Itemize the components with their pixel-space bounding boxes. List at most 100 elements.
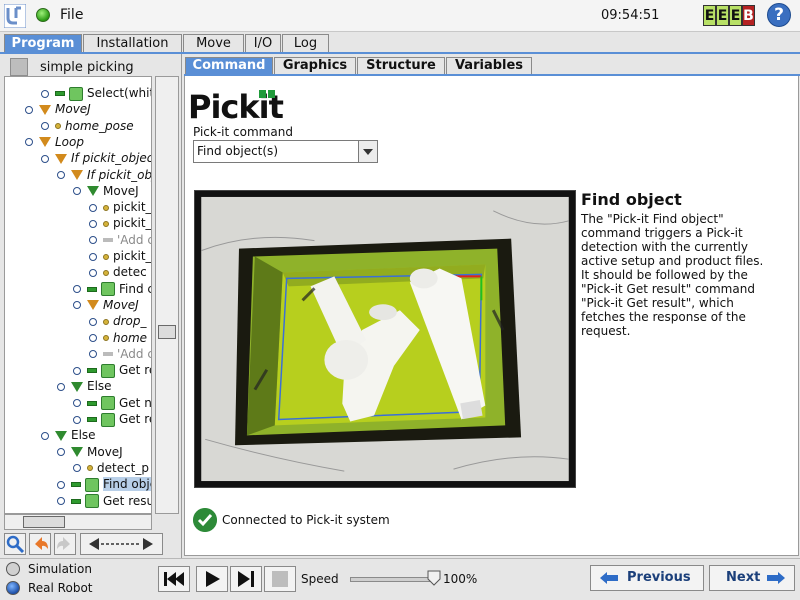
tab-io[interactable]: I/O: [245, 34, 281, 52]
tab-installation[interactable]: Installation: [83, 34, 182, 52]
tree-node[interactable]: pickit_: [89, 215, 151, 231]
expand-handle-icon[interactable]: [73, 415, 81, 424]
tree-node[interactable]: Get n: [73, 395, 152, 411]
command-select[interactable]: Find object(s): [193, 140, 378, 163]
tree-node[interactable]: pickit_: [89, 248, 151, 264]
tree-node[interactable]: If pickit_object: [41, 150, 151, 166]
expand-handle-icon[interactable]: [73, 366, 81, 375]
expand-handle-icon[interactable]: [73, 285, 81, 294]
tree-vertical-scrollbar[interactable]: [155, 76, 179, 514]
tree-node[interactable]: MoveJ: [57, 444, 123, 460]
expand-handle-icon[interactable]: [57, 497, 65, 505]
expand-handle-icon[interactable]: [57, 480, 65, 489]
tree-node[interactable]: Else: [57, 378, 112, 394]
expand-handle-icon[interactable]: [89, 268, 97, 277]
expand-handle-icon[interactable]: [89, 236, 97, 245]
tab-log[interactable]: Log: [282, 34, 329, 52]
tree-node[interactable]: pickit_: [89, 199, 151, 215]
arrow-left-icon: [600, 572, 618, 584]
robot-status-icon[interactable]: [36, 8, 50, 22]
step-button[interactable]: [230, 566, 262, 592]
tab-graphics[interactable]: Graphics: [274, 57, 356, 74]
pickit-node-icon: [101, 282, 115, 297]
expand-handle-icon[interactable]: [73, 301, 81, 310]
search-button[interactable]: [4, 533, 26, 555]
tab-command[interactable]: Command: [185, 57, 273, 74]
previous-button[interactable]: Previous: [590, 565, 704, 591]
save-program-icon[interactable]: [10, 58, 28, 76]
tree-node-label: home_pose: [65, 118, 134, 133]
command-label: Pick-it command: [193, 125, 293, 139]
program-tree[interactable]: Select(white_boMoveJhome_poseLoopIf pick…: [4, 76, 152, 514]
tree-node[interactable]: 'Add c: [89, 232, 151, 248]
line-marker-icon: [87, 400, 97, 406]
expand-handle-icon[interactable]: [25, 105, 33, 114]
tree-node[interactable]: MoveJ: [73, 297, 139, 313]
expand-handle-icon[interactable]: [89, 350, 97, 359]
chevron-down-icon[interactable]: [358, 141, 377, 162]
stop-button[interactable]: [264, 566, 296, 592]
description-line: active setup and product files.: [581, 254, 764, 268]
next-button[interactable]: Next: [709, 565, 795, 591]
tab-variables[interactable]: Variables: [446, 57, 532, 74]
expand-handle-icon[interactable]: [89, 317, 97, 326]
expand-handle-icon[interactable]: [89, 334, 97, 342]
tree-node[interactable]: detect_p: [73, 460, 149, 476]
expand-handle-icon[interactable]: [41, 154, 49, 163]
description-line: request.: [581, 324, 631, 338]
waypoint-icon: [103, 220, 109, 227]
expand-handle-icon[interactable]: [89, 219, 97, 228]
tree-node[interactable]: home: [89, 330, 147, 346]
tree-node-label: Select(white_bo: [87, 86, 152, 100]
expand-handle-icon[interactable]: [41, 122, 49, 131]
expand-handle-icon[interactable]: [25, 138, 33, 147]
tree-node[interactable]: Get resu: [57, 493, 151, 509]
tree-node[interactable]: Get re: [73, 362, 151, 378]
help-button[interactable]: ?: [767, 3, 791, 27]
waypoint-icon: [87, 465, 93, 472]
scroll-thumb[interactable]: [158, 325, 176, 339]
tab-program[interactable]: Program: [4, 34, 82, 53]
tree-node-label: Get re: [119, 412, 151, 426]
tree-node[interactable]: 'Add c: [89, 346, 151, 362]
move-arrows-icon: [89, 538, 153, 550]
tree-node[interactable]: Find obje: [57, 476, 151, 492]
tree-node[interactable]: Loop: [25, 134, 84, 150]
move-node-button[interactable]: [80, 533, 163, 555]
tree-node[interactable]: MoveJ: [73, 183, 139, 199]
file-menu[interactable]: File: [60, 7, 83, 23]
tree-node[interactable]: Else: [41, 427, 96, 443]
rewind-button[interactable]: [158, 566, 190, 592]
expand-handle-icon[interactable]: [73, 464, 81, 473]
expand-handle-icon[interactable]: [57, 448, 65, 457]
tree-node[interactable]: Find c: [73, 281, 151, 297]
tab-structure[interactable]: Structure: [357, 57, 445, 74]
expand-handle-icon[interactable]: [89, 252, 97, 261]
expand-handle-icon[interactable]: [41, 89, 49, 98]
simulation-radio[interactable]: [6, 562, 20, 576]
expand-handle-icon[interactable]: [89, 203, 97, 212]
expand-handle-icon[interactable]: [57, 382, 65, 391]
play-button[interactable]: [196, 566, 228, 592]
tree-node[interactable]: detec: [89, 264, 147, 280]
expand-handle-icon[interactable]: [73, 187, 81, 196]
undo-button[interactable]: [29, 533, 51, 555]
tree-node[interactable]: If pickit_obj: [57, 167, 151, 183]
tree-node[interactable]: Select(white_bo: [41, 85, 152, 101]
expand-handle-icon[interactable]: [41, 431, 49, 440]
tree-node[interactable]: MoveJ: [25, 101, 91, 117]
tree-node[interactable]: drop_: [89, 313, 147, 329]
tree-node-label: Get n: [119, 395, 152, 410]
description-line: command triggers a Pick-it: [581, 226, 743, 240]
speed-slider-handle[interactable]: [427, 570, 441, 586]
tree-node[interactable]: home_pose: [41, 118, 134, 134]
tab-move[interactable]: Move: [183, 34, 244, 52]
redo-button[interactable]: [54, 533, 76, 555]
speed-slider[interactable]: [350, 577, 438, 582]
expand-handle-icon[interactable]: [57, 171, 65, 179]
scroll-thumb[interactable]: [23, 516, 65, 528]
tree-node[interactable]: Get re: [73, 411, 151, 427]
expand-handle-icon[interactable]: [73, 399, 81, 408]
tree-horizontal-scrollbar[interactable]: [4, 514, 152, 530]
real-robot-radio[interactable]: [6, 581, 20, 595]
